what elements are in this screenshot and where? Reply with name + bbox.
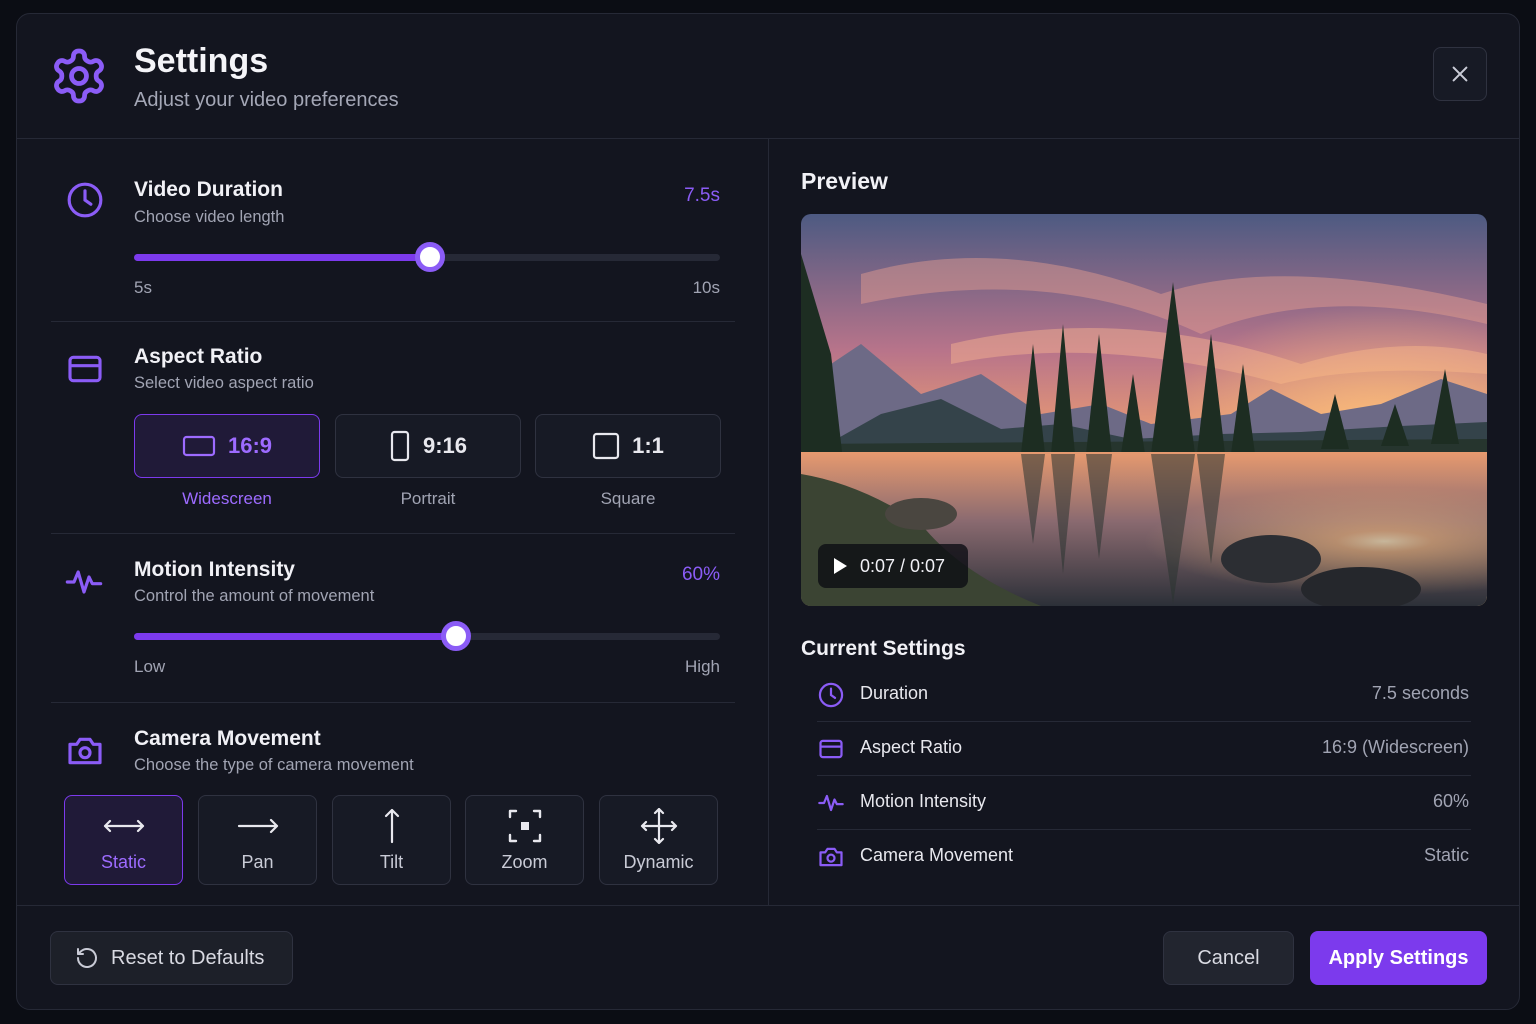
aspect-option-label: 16:9 xyxy=(227,433,273,458)
aspect-caption-widescreen: Widescreen xyxy=(182,489,272,508)
current-setting-label: Motion Intensity xyxy=(860,791,987,811)
motion-slider[interactable] xyxy=(134,621,720,651)
camera-option-label: Static xyxy=(100,852,147,872)
current-setting-row: Motion Intensity 60% xyxy=(817,776,1471,830)
current-setting-label: Duration xyxy=(860,683,929,703)
current-setting-value: 16:9 (Widescreen) xyxy=(1321,737,1469,757)
camera-option-static[interactable]: Static xyxy=(64,795,183,885)
video-time: 0:07 / 0:07 xyxy=(860,555,946,576)
camera-option-dynamic[interactable]: Dynamic xyxy=(599,795,718,885)
reset-label: Reset to Defaults xyxy=(111,946,265,969)
camera-option-zoom[interactable]: Zoom xyxy=(465,795,584,885)
current-settings-title: Current Settings xyxy=(801,637,966,660)
dialog-header: Settings Adjust your video preferences xyxy=(17,14,1519,139)
current-setting-row: Duration 7.5 seconds xyxy=(817,668,1471,722)
clock-icon xyxy=(818,682,844,708)
dialog-subtitle: Adjust your video preferences xyxy=(134,89,399,111)
arrow-right-icon xyxy=(237,818,278,834)
reset-icon xyxy=(77,948,97,968)
dialog-title: Settings xyxy=(134,42,269,80)
motion-min-label: Low xyxy=(134,657,166,676)
section-divider xyxy=(51,533,735,534)
camera-option-tilt[interactable]: Tilt xyxy=(332,795,451,885)
column-divider xyxy=(768,139,769,905)
current-setting-label: Aspect Ratio xyxy=(860,737,963,757)
camera-subtitle: Choose the type of camera movement xyxy=(134,756,414,774)
gear-icon xyxy=(54,48,104,104)
pulse-icon xyxy=(65,570,103,594)
current-setting-value: 60% xyxy=(1432,791,1469,811)
camera-option-pan[interactable]: Pan xyxy=(198,795,317,885)
camera-option-label: Dynamic xyxy=(623,852,694,872)
camera-option-label: Pan xyxy=(241,852,274,872)
arrow-up-icon xyxy=(384,808,399,844)
camera-option-label: Tilt xyxy=(379,852,404,872)
motion-value: 60% xyxy=(681,564,720,585)
portrait-icon xyxy=(390,430,410,462)
close-icon xyxy=(1452,66,1468,82)
camera-icon xyxy=(68,737,102,765)
preview-title: Preview xyxy=(801,168,888,194)
aspect-subtitle: Select video aspect ratio xyxy=(134,374,314,392)
close-button[interactable] xyxy=(1433,47,1487,101)
motion-subtitle: Control the amount of movement xyxy=(134,587,375,605)
widescreen-icon xyxy=(182,435,216,457)
preview-video[interactable]: 0:07 / 0:07 xyxy=(801,214,1487,606)
aspect-caption-portrait: Portrait xyxy=(400,489,456,508)
reset-defaults-button[interactable]: Reset to Defaults xyxy=(50,931,293,985)
motion-slider-thumb[interactable] xyxy=(441,621,471,651)
horizontal-arrows-icon xyxy=(103,819,144,833)
current-setting-row: Camera Movement Static xyxy=(817,830,1471,884)
aspect-option-label: 9:16 xyxy=(422,433,468,458)
apply-settings-button[interactable]: Apply Settings xyxy=(1310,931,1487,985)
motion-max-label: High xyxy=(685,657,720,676)
video-time-badge[interactable]: 0:07 / 0:07 xyxy=(818,544,968,588)
current-setting-label: Camera Movement xyxy=(860,845,1014,865)
aspect-icon xyxy=(819,739,843,759)
current-setting-row: Aspect Ratio 16:9 (Widescreen) xyxy=(817,722,1471,776)
cancel-button[interactable]: Cancel xyxy=(1163,931,1294,985)
focus-icon xyxy=(508,809,541,843)
play-icon xyxy=(834,558,847,574)
clock-icon xyxy=(67,182,103,218)
motion-title: Motion Intensity xyxy=(134,558,295,581)
aspect-caption-square: Square xyxy=(600,489,656,508)
section-divider xyxy=(51,321,735,322)
current-setting-value: 7.5 seconds xyxy=(1371,683,1469,703)
duration-subtitle: Choose video length xyxy=(134,208,285,226)
pulse-icon xyxy=(818,794,844,812)
aspect-option-label: 1:1 xyxy=(632,433,664,458)
move-icon xyxy=(640,808,677,844)
duration-slider[interactable] xyxy=(134,242,720,272)
duration-min-label: 5s xyxy=(134,278,152,297)
camera-title: Camera Movement xyxy=(134,727,321,750)
duration-slider-fill xyxy=(134,254,430,261)
duration-value: 7.5s xyxy=(684,185,720,206)
aspect-option-1-1[interactable]: 1:1 xyxy=(535,414,721,478)
duration-title: Video Duration xyxy=(134,178,283,201)
settings-dialog: Settings Adjust your video preferences V… xyxy=(16,13,1520,1010)
aspect-option-9-16[interactable]: 9:16 xyxy=(335,414,521,478)
camera-icon xyxy=(819,847,843,867)
square-icon xyxy=(592,432,620,460)
motion-slider-fill xyxy=(134,633,456,640)
aspect-option-16-9[interactable]: 16:9 xyxy=(134,414,320,478)
duration-slider-thumb[interactable] xyxy=(415,242,445,272)
aspect-ratio-icon xyxy=(68,355,102,383)
current-setting-value: Static xyxy=(1423,845,1469,865)
section-divider xyxy=(51,702,735,703)
aspect-title: Aspect Ratio xyxy=(134,345,263,368)
duration-max-label: 10s xyxy=(692,278,720,297)
camera-option-label: Zoom xyxy=(501,852,548,872)
